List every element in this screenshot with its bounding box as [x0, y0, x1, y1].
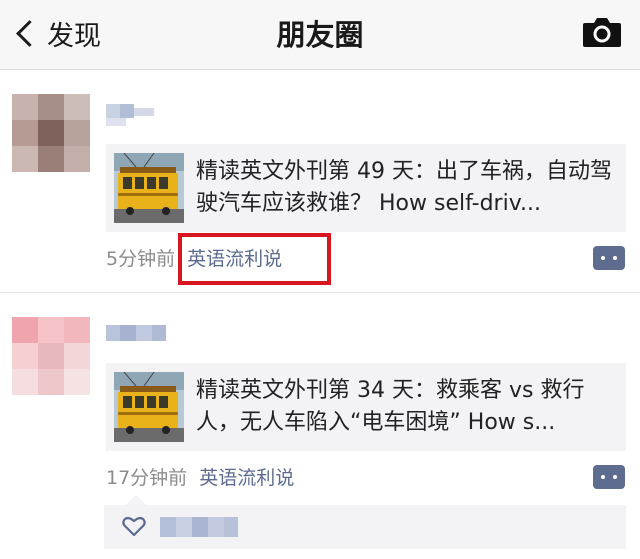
- camera-icon[interactable]: [582, 16, 622, 48]
- heart-icon: [122, 516, 146, 537]
- post-time: 17分钟前: [106, 467, 188, 489]
- comment-icon[interactable]: [593, 246, 625, 270]
- page-title: 朋友圈: [276, 18, 364, 52]
- tram-thumbnail: [114, 153, 184, 223]
- tram-thumbnail: [114, 372, 184, 442]
- article-share-card[interactable]: 精读英文外刊第 49 天：出了车祸，自动驾驶汽车应该救谁？ How self-d…: [106, 144, 626, 232]
- post-source-link[interactable]: 英语流利说: [199, 467, 294, 489]
- username-blurred[interactable]: [106, 98, 158, 128]
- likes-bar: [104, 495, 626, 549]
- source-highlight-box: [178, 233, 331, 285]
- comment-icon[interactable]: [593, 465, 625, 489]
- article-title: 精读英文外刊第 49 天：出了车祸，自动驾驶汽车应该救谁？ How self-d…: [196, 159, 612, 216]
- avatar[interactable]: [12, 94, 90, 172]
- post-time: 5分钟前: [106, 248, 176, 270]
- username-blurred[interactable]: [106, 319, 168, 349]
- avatar[interactable]: [12, 317, 90, 395]
- article-title: 精读英文外刊第 34 天：救乘客 vs 救行人，无人车陷入“电车困境” How …: [196, 378, 585, 435]
- article-share-card[interactable]: 精读英文外刊第 34 天：救乘客 vs 救行人，无人车陷入“电车困境” How …: [106, 363, 626, 451]
- liker-name-blurred[interactable]: [160, 515, 240, 539]
- post-meta: 17分钟前 英语流利说: [106, 463, 294, 490]
- navigation-bar: 发现 朋友圈: [0, 0, 640, 70]
- likes-notch: [126, 495, 146, 505]
